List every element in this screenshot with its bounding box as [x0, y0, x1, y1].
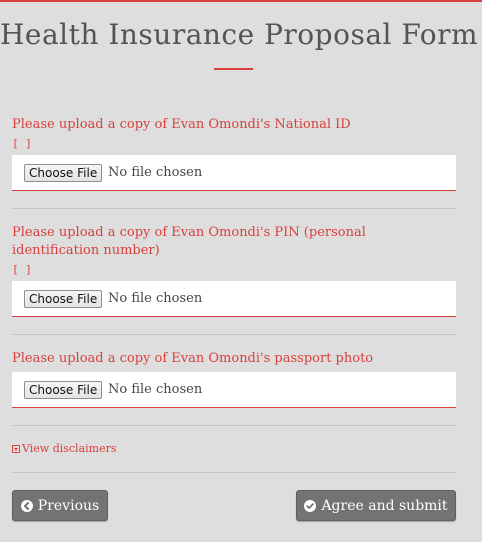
chevron-circle-left-icon [20, 499, 33, 512]
check-circle-icon [304, 499, 317, 512]
file-status: No file chosen [108, 382, 203, 397]
upload-brackets: [ ] [12, 263, 32, 276]
disclaimer-label: View disclaimers [22, 442, 117, 455]
page-title: Health Insurance Proposal Form [0, 18, 479, 51]
section-divider [12, 334, 456, 335]
file-input-pin[interactable]: Choose File No file chosen [12, 281, 456, 317]
section-divider [12, 425, 456, 426]
upload-brackets: [ ] [12, 137, 32, 150]
upload-passport-photo: Please upload a copy of Evan Omondi's pa… [12, 350, 456, 410]
title-underline [214, 68, 253, 70]
submit-label: Agree and submit [321, 497, 448, 514]
upload-label: Please upload a copy of Evan Omondi's Na… [12, 117, 351, 132]
caret-square-down-icon [12, 445, 20, 453]
previous-button[interactable]: Previous [12, 490, 108, 521]
choose-file-button[interactable]: Choose File [24, 381, 103, 399]
file-status: No file chosen [108, 165, 203, 180]
choose-file-button[interactable]: Choose File [24, 164, 103, 182]
upload-pin: Please upload a copy of Evan Omondi's PI… [12, 224, 456, 318]
file-input-national-id[interactable]: Choose File No file chosen [12, 155, 456, 191]
previous-label: Previous [37, 497, 100, 514]
section-divider [12, 208, 456, 209]
upload-national-id: Please upload a copy of Evan Omondi's Na… [12, 116, 456, 192]
upload-label: Please upload a copy of Evan Omondi's PI… [12, 225, 366, 258]
section-divider [12, 472, 456, 473]
file-status: No file chosen [108, 291, 203, 306]
file-input-passport-photo[interactable]: Choose File No file chosen [12, 372, 456, 408]
view-disclaimers-link[interactable]: View disclaimers [12, 442, 117, 456]
proposal-form-page: Health Insurance Proposal Form Please up… [0, 0, 482, 542]
agree-and-submit-button[interactable]: Agree and submit [296, 490, 456, 521]
choose-file-button[interactable]: Choose File [24, 290, 103, 308]
upload-label: Please upload a copy of Evan Omondi's pa… [12, 351, 374, 366]
